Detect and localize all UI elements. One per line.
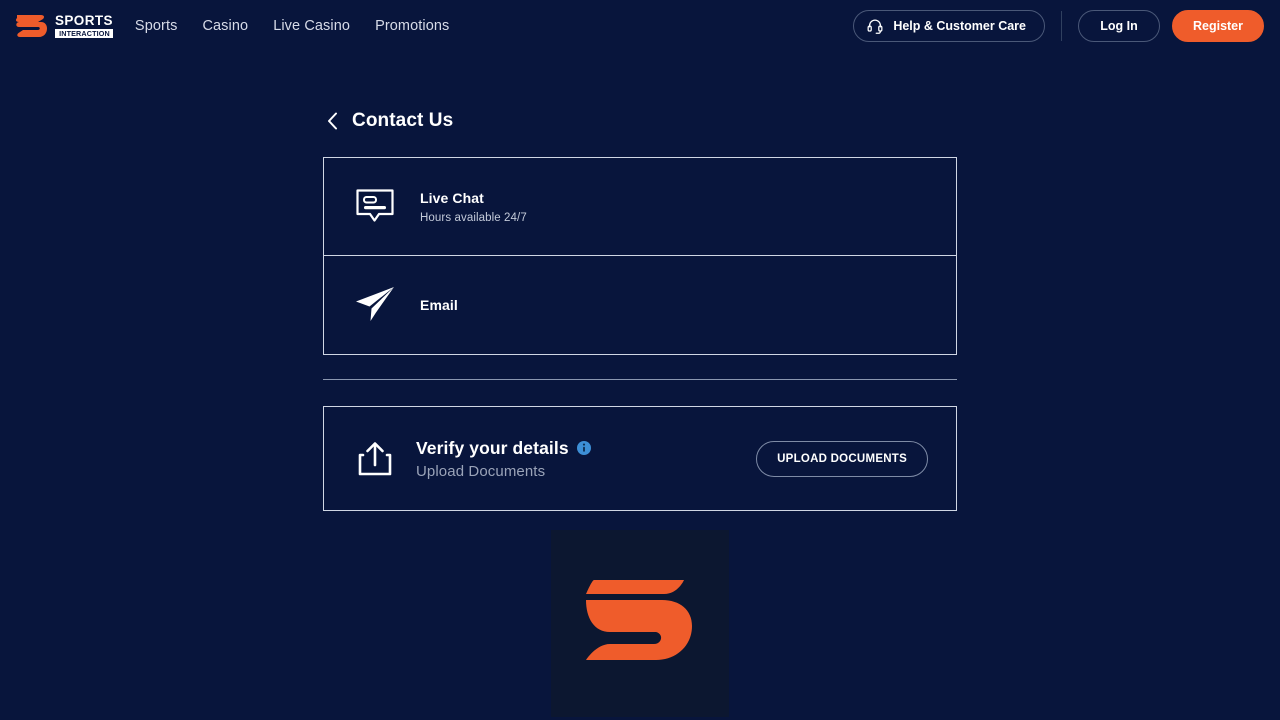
sports-interaction-logo-icon [15,15,47,37]
main-nav: Sports Casino Live Casino Promotions [135,18,449,34]
nav-item-casino[interactable]: Casino [202,18,248,34]
verify-title-line: Verify your details [416,438,591,459]
email-icon-wrap [352,285,398,325]
verify-text: Verify your details Upload Documents [416,438,591,480]
info-icon[interactable] [576,441,591,455]
help-customer-care-button[interactable]: Help & Customer Care [853,10,1045,42]
main-content: Contact Us Live Chat Hours available 24/… [323,52,957,717]
upload-icon [358,441,392,475]
paper-plane-icon [356,287,394,321]
live-chat-title: Live Chat [420,189,484,206]
upload-icon-wrap [352,440,398,478]
brand-logo-tile [551,530,729,717]
page-title: Contact Us [352,110,454,131]
verify-subtitle: Upload Documents [416,462,546,480]
chat-bubble-icon [356,188,394,222]
nav-item-promotions[interactable]: Promotions [375,18,449,34]
logo-word-bottom: INTERACTION [55,28,113,38]
header-divider [1061,11,1062,41]
chevron-left-icon[interactable] [327,112,338,130]
contact-options-group: Live Chat Hours available 24/7 Email [323,157,957,355]
nav-item-sports[interactable]: Sports [135,18,178,34]
logo-wordmark: SPORTS INTERACTION [55,14,113,38]
section-divider [323,379,957,380]
help-customer-care-label: Help & Customer Care [893,19,1026,33]
live-chat-text: Live Chat Hours available 24/7 [420,190,527,224]
logo-word-top: SPORTS [55,13,113,29]
live-chat-icon-wrap [352,188,398,226]
live-chat-subtitle: Hours available 24/7 [420,211,527,224]
register-button[interactable]: Register [1172,10,1264,42]
page-header: Contact Us [323,110,957,132]
header-actions: Help & Customer Care Log In Register [853,10,1264,42]
sports-interaction-s-logo-icon [586,579,692,660]
headset-icon [867,19,883,34]
site-logo[interactable]: SPORTS INTERACTION [14,12,113,40]
nav-item-live-casino[interactable]: Live Casino [273,18,350,34]
email-title: Email [420,297,458,313]
contact-option-email[interactable]: Email [324,255,956,354]
verify-title: Verify your details [416,437,569,458]
site-header: SPORTS INTERACTION Sports Casino Live Ca… [0,0,1280,52]
verify-details-card: Verify your details Upload Documents UPL… [323,406,957,511]
login-button[interactable]: Log In [1078,10,1160,42]
upload-documents-button[interactable]: UPLOAD DOCUMENTS [756,440,928,477]
email-text: Email [420,297,458,313]
contact-option-live-chat[interactable]: Live Chat Hours available 24/7 [324,158,956,255]
